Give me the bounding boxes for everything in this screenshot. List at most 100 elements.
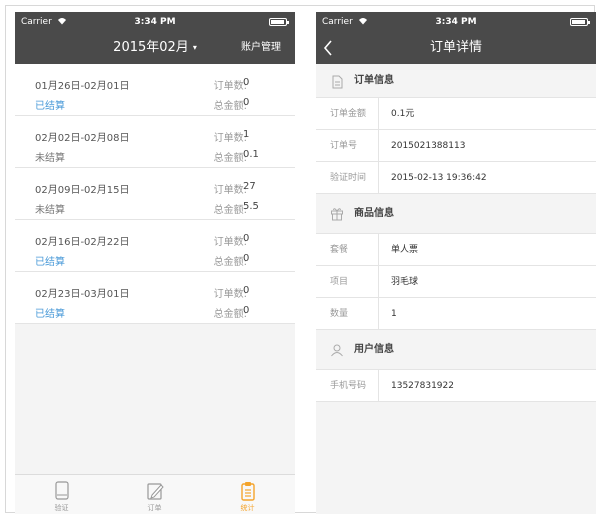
- account-manage-button[interactable]: 账户管理: [241, 32, 281, 64]
- row-label: 手机号码: [330, 381, 367, 391]
- top-bar: Carrier 3:34 PM 2015年02月 ▾ 账户管理: [15, 12, 295, 64]
- divider: [378, 370, 379, 402]
- row-value: 羽毛球: [391, 277, 419, 287]
- divider: [378, 162, 379, 194]
- status-bar: Carrier 3:34 PM: [15, 12, 295, 32]
- settlement-status: 未结算: [35, 205, 65, 216]
- list-item[interactable]: 02月23日-03月01日 已结算 订单数: 0 总金额: 0: [15, 272, 295, 324]
- total-label: 总金额:: [213, 205, 247, 216]
- orders-count: 1: [243, 129, 250, 140]
- detail-row: 套餐 单人票: [316, 234, 596, 266]
- section-title: 商品信息: [354, 208, 394, 219]
- list-item[interactable]: 02月16日-02月22日 已结算 订单数: 0 总金额: 0: [15, 220, 295, 272]
- row-value: 单人票: [391, 245, 419, 255]
- statistics-screen: Carrier 3:34 PM 2015年02月 ▾ 账户管理 01月26日-02…: [15, 12, 295, 514]
- tab-label: 验证: [54, 504, 69, 512]
- row-label: 数量: [330, 309, 349, 319]
- total-label: 总金额:: [213, 309, 247, 320]
- detail-row: 订单金额 0.1元: [316, 98, 596, 130]
- total-label: 总金额:: [213, 153, 247, 164]
- settlement-status: 已结算: [35, 309, 65, 320]
- row-value: 1: [391, 309, 397, 319]
- caret-down-icon: ▾: [192, 43, 197, 52]
- battery-icon: [269, 18, 289, 26]
- month-title: 2015年02月: [113, 40, 189, 55]
- orders-label: 订单数:: [213, 81, 247, 92]
- section-title: 用户信息: [354, 344, 394, 355]
- week-range: 02月23日-03月01日: [35, 289, 130, 300]
- week-range: 02月16日-02月22日: [35, 237, 130, 248]
- tab-label: 订单: [147, 504, 162, 512]
- list-item[interactable]: 01月26日-02月01日 已结算 订单数: 0 总金额: 0: [15, 64, 295, 116]
- tab-orders[interactable]: 订单: [108, 475, 201, 514]
- clipboard-icon: [239, 481, 257, 501]
- page-title: 订单详情: [429, 40, 482, 55]
- settlement-status: 已结算: [35, 257, 65, 268]
- pencil-icon: [146, 481, 164, 501]
- document-icon: [330, 74, 344, 89]
- row-label: 订单号: [330, 141, 358, 151]
- list-item[interactable]: 02月09日-02月15日 未结算 订单数: 27 总金额: 5.5: [15, 168, 295, 220]
- status-time: 3:34 PM: [134, 17, 176, 27]
- orders-label: 订单数:: [213, 289, 247, 300]
- orders-label: 订单数:: [213, 133, 247, 144]
- total-label: 总金额:: [213, 257, 247, 268]
- settlement-status: 未结算: [35, 153, 65, 164]
- tablet-icon: [53, 481, 71, 501]
- detail-row: 数量 1: [316, 298, 596, 330]
- week-range: 02月09日-02月15日: [35, 185, 130, 196]
- orders-count: 0: [243, 285, 250, 296]
- week-range: 01月26日-02月01日: [35, 81, 130, 92]
- tab-verify[interactable]: 验证: [15, 475, 108, 514]
- row-value: 0.1元: [391, 109, 415, 119]
- row-value: 2015021388113: [391, 141, 466, 151]
- section-title: 订单信息: [354, 75, 394, 86]
- navigation-bar: 订单详情: [316, 32, 596, 64]
- order-detail: 订单信息 订单金额 0.1元 订单号 2015021388113 验证时间 20…: [316, 64, 596, 402]
- battery-icon: [570, 18, 590, 26]
- tab-statistics[interactable]: 统计: [201, 475, 294, 514]
- status-time: 3:34 PM: [435, 17, 477, 27]
- gift-icon: [330, 206, 344, 221]
- orders-count: 0: [243, 77, 250, 88]
- screenshot-frame: Carrier 3:34 PM 2015年02月 ▾ 账户管理 01月26日-02…: [5, 5, 596, 514]
- orders-count: 0: [243, 233, 250, 244]
- orders-count: 27: [243, 181, 256, 192]
- total-amount: 0.1: [243, 149, 259, 160]
- product-info-header: 商品信息: [316, 194, 596, 234]
- row-label: 套餐: [330, 245, 349, 255]
- total-amount: 0: [243, 305, 250, 316]
- total-label: 总金额:: [213, 101, 247, 112]
- list-item[interactable]: 02月02日-02月08日 未结算 订单数: 1 总金额: 0.1: [15, 116, 295, 168]
- divider: [378, 298, 379, 330]
- detail-row: 项目 羽毛球: [316, 266, 596, 298]
- week-range: 02月02日-02月08日: [35, 133, 130, 144]
- settlement-status: 已结算: [35, 101, 65, 112]
- top-bar: Carrier 3:34 PM 订单详情: [316, 12, 596, 64]
- divider: [378, 266, 379, 298]
- orders-label: 订单数:: [213, 237, 247, 248]
- order-detail-screen: Carrier 3:34 PM 订单详情 订单信息 订单金额 0.1元 订单号 …: [316, 12, 596, 514]
- row-label: 订单金额: [330, 109, 367, 119]
- user-info-header: 用户信息: [316, 330, 596, 370]
- week-list: 01月26日-02月01日 已结算 订单数: 0 总金额: 0 02月02日-0…: [15, 64, 295, 324]
- total-amount: 0: [243, 97, 250, 108]
- tab-label: 统计: [240, 504, 255, 512]
- detail-row: 验证时间 2015-02-13 19:36:42: [316, 162, 596, 194]
- total-amount: 0: [243, 253, 250, 264]
- detail-row: 手机号码 13527831922: [316, 370, 596, 402]
- order-info-header: 订单信息: [316, 64, 596, 98]
- row-label: 验证时间: [330, 173, 367, 183]
- row-value: 13527831922: [391, 381, 454, 391]
- status-bar: Carrier 3:34 PM: [316, 12, 596, 32]
- detail-row: 订单号 2015021388113: [316, 130, 596, 162]
- row-value: 2015-02-13 19:36:42: [391, 173, 487, 183]
- tab-bar: 验证 订单 统计: [15, 474, 295, 514]
- divider: [378, 130, 379, 162]
- user-icon: [330, 342, 344, 357]
- divider: [378, 98, 379, 130]
- navigation-bar: 2015年02月 ▾ 账户管理: [15, 32, 295, 64]
- total-amount: 5.5: [243, 201, 259, 212]
- divider: [378, 234, 379, 266]
- orders-label: 订单数:: [213, 185, 247, 196]
